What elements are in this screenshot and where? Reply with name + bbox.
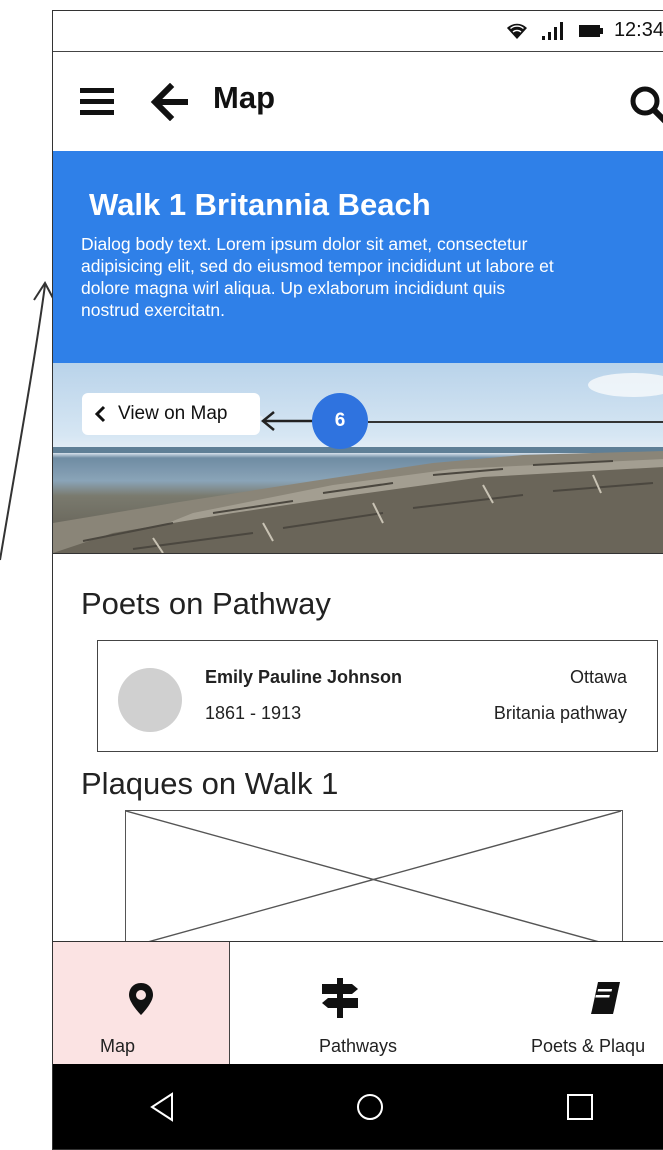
walk-description-line: adipisicing elit, sed do eiusmod tempor …: [81, 256, 554, 276]
walk-description-line: nostrud exercitatn.: [81, 300, 225, 320]
chevron-left-icon: [94, 405, 106, 423]
walk-description-line: dolore magna wirl aliqua. Up exlaborum i…: [81, 278, 506, 298]
status-time: 12:34: [613, 19, 663, 41]
signpost-icon: [322, 978, 358, 1018]
walk-photo: View on Map 6: [53, 363, 663, 553]
book-icon: [591, 982, 620, 1014]
back-triangle-icon[interactable]: [149, 1092, 175, 1122]
menu-icon[interactable]: [80, 86, 116, 118]
back-arrow-icon[interactable]: [150, 83, 190, 121]
home-circle-icon[interactable]: [355, 1092, 385, 1122]
nav-item-pathways[interactable]: Pathways: [230, 942, 450, 1066]
plaque-image-placeholder[interactable]: [125, 810, 623, 950]
callout-line: [368, 421, 663, 423]
phone-screen: 12:34 Map Walk 1 Britannia Beach Dialog …: [52, 10, 663, 1150]
poet-years: 1861 - 1913: [205, 703, 302, 723]
walk-content: Poets on Pathway Emily Pauline Johnson 1…: [53, 553, 663, 950]
poets-section-title: Poets on Pathway: [81, 586, 331, 621]
avatar: [118, 668, 182, 732]
status-icons: 12:34: [504, 19, 663, 42]
annotation-badge: 6: [312, 393, 368, 449]
walk-description: Dialog body text. Lorem ipsum dolor sit …: [81, 233, 663, 321]
walk-title: Walk 1 Britannia Beach: [89, 187, 431, 222]
wifi-icon: [506, 23, 527, 39]
battery-icon: [578, 24, 603, 37]
nav-label-map: Map: [100, 1036, 136, 1056]
nav-item-poets-plaques[interactable]: Poets & Plaqu: [451, 942, 663, 1066]
poet-pathway: Britania pathway: [493, 703, 627, 723]
beach-jetty-image: [53, 373, 663, 553]
signal-icon: [541, 21, 563, 40]
image-placeholder-icon: [126, 811, 621, 948]
walk-description-line: Dialog body text. Lorem ipsum dolor sit …: [81, 234, 528, 254]
nav-label-pathways: Pathways: [319, 1036, 398, 1056]
system-navigation-bar: [53, 1064, 663, 1149]
recents-square-icon[interactable]: [566, 1093, 594, 1121]
bottom-navigation: Map Pathways Poets & Plaqu: [53, 941, 663, 1066]
status-bar: 12:34: [53, 11, 663, 52]
view-on-map-button[interactable]: View on Map: [82, 393, 260, 435]
page-title: Map: [213, 80, 275, 115]
app-bar: Map: [53, 52, 663, 159]
nav-label-poets-plaques: Poets & Plaqu: [531, 1036, 646, 1056]
plaques-section-title: Plaques on Walk 1: [81, 766, 339, 801]
poet-card[interactable]: Emily Pauline Johnson 1861 - 1913 Ottawa…: [97, 640, 658, 752]
map-pin-icon: [129, 983, 153, 1015]
poet-city: Ottawa: [569, 667, 627, 687]
search-icon[interactable]: [628, 84, 663, 128]
poet-name: Emily Pauline Johnson: [205, 667, 403, 687]
view-on-map-label: View on Map: [118, 403, 228, 424]
callout-arrow: [261, 411, 314, 431]
walk-info-header: Walk 1 Britannia Beach Dialog body text.…: [53, 151, 663, 365]
nav-item-map[interactable]: Map: [53, 942, 230, 1066]
